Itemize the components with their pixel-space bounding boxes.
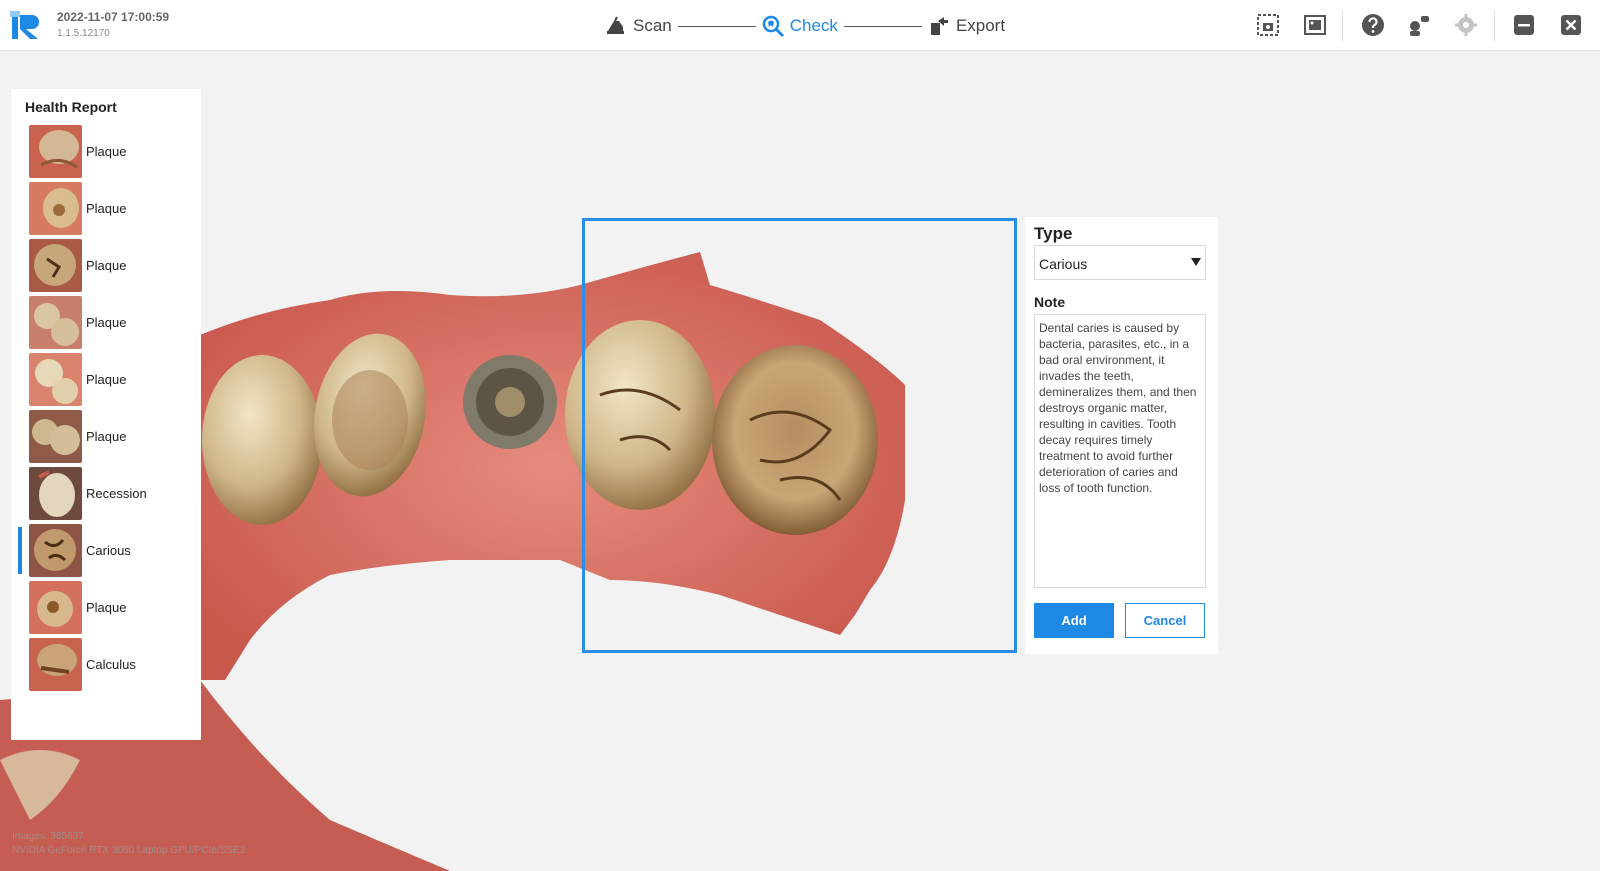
report-item-label: Plaque <box>86 258 127 273</box>
tooth-thumbnail <box>29 638 82 691</box>
report-item[interactable]: Plaque <box>11 294 201 351</box>
report-item-selected[interactable]: Carious <box>11 522 201 579</box>
tooth-thumbnail <box>29 581 82 634</box>
dropdown-arrow-icon <box>1191 258 1201 266</box>
top-bar: 2022-11-07 17:00:59 1.1.5.12170 Scan Che… <box>0 0 1600 51</box>
gallery-icon[interactable] <box>1303 13 1327 37</box>
step-scan[interactable]: Scan <box>605 15 672 37</box>
close-icon[interactable] <box>1559 13 1583 37</box>
report-item[interactable]: Plaque <box>11 180 201 237</box>
tooth-thumbnail <box>29 524 82 577</box>
health-report-list: Plaque Plaque Plaque Plaque Plaque Plaqu… <box>11 123 201 693</box>
note-heading: Note <box>1034 294 1066 310</box>
toolbar-divider <box>1342 10 1343 42</box>
render-info: Images: 385637 NVIDIA GeForce RTX 3060 L… <box>12 830 245 858</box>
health-report-panel: Health Report Plaque Plaque Plaque Plaqu… <box>11 89 201 740</box>
settings-icon[interactable] <box>1454 13 1478 37</box>
toolbar-divider <box>1494 10 1495 42</box>
step-connector <box>843 25 922 27</box>
scanner-icon <box>607 16 624 34</box>
annotation-editor: Type Carious Note Dental caries is cause… <box>1025 217 1218 654</box>
step-export-label: Export <box>955 16 1006 35</box>
app-version: 1.1.5.12170 <box>57 28 110 39</box>
step-scan-label: Scan <box>633 16 672 35</box>
scan-viewport[interactable] <box>0 51 1600 871</box>
capture-datetime: 2022-11-07 17:00:59 <box>57 10 170 24</box>
cancel-button[interactable]: Cancel <box>1125 603 1205 638</box>
report-item-label: Plaque <box>86 600 127 615</box>
type-select-value: Carious <box>1039 256 1088 272</box>
report-item-label: Plaque <box>86 429 127 444</box>
report-item-label: Calculus <box>86 657 136 672</box>
report-item[interactable]: Plaque <box>11 123 201 180</box>
image-count: Images: 385637 <box>12 831 84 842</box>
report-item-label: Plaque <box>86 315 127 330</box>
step-export[interactable]: Export <box>928 15 1005 37</box>
tooth-thumbnail <box>29 239 82 292</box>
health-report-title: Health Report <box>25 99 117 115</box>
gpu-info: NVIDIA GeForce RTX 3060 Laptop GPU/PCIe/… <box>12 845 246 856</box>
note-textarea[interactable]: Dental caries is caused by bacteria, par… <box>1034 314 1206 588</box>
screenshot-icon[interactable] <box>1256 13 1280 37</box>
tooth-thumbnail <box>29 296 82 349</box>
step-connector <box>677 25 756 27</box>
tooth-thumbnail <box>29 410 82 463</box>
report-item-label: Plaque <box>86 144 127 159</box>
tooth-thumbnail <box>29 125 82 178</box>
report-item[interactable]: Plaque <box>11 579 201 636</box>
report-item[interactable]: Plaque <box>11 237 201 294</box>
connect-icon[interactable] <box>1407 13 1431 37</box>
tooth-thumbnail <box>29 467 82 520</box>
report-item-label: Recession <box>86 486 147 501</box>
selection-box[interactable] <box>582 218 1017 653</box>
minimize-icon[interactable] <box>1512 13 1536 37</box>
report-item[interactable]: Plaque <box>11 351 201 408</box>
tooth-thumbnail <box>29 353 82 406</box>
magnify-tooth-icon <box>762 15 784 37</box>
selected-indicator <box>18 527 22 574</box>
type-select[interactable]: Carious <box>1034 245 1206 280</box>
step-check-label: Check <box>789 16 838 35</box>
report-item[interactable]: Plaque <box>11 408 201 465</box>
report-item-label: Plaque <box>86 201 127 216</box>
step-check[interactable]: Check <box>762 15 838 37</box>
report-item[interactable]: Recession <box>11 465 201 522</box>
export-icon <box>930 17 948 35</box>
report-item-label: Carious <box>86 543 131 558</box>
report-item[interactable]: Calculus <box>11 636 201 693</box>
tooth-thumbnail <box>29 182 82 235</box>
help-icon[interactable] <box>1361 13 1385 37</box>
workflow-steps: Scan Check Export <box>605 11 1005 41</box>
report-item-label: Plaque <box>86 372 127 387</box>
type-heading: Type <box>1034 224 1073 243</box>
add-button[interactable]: Add <box>1034 603 1114 638</box>
app-logo-icon <box>10 11 39 39</box>
